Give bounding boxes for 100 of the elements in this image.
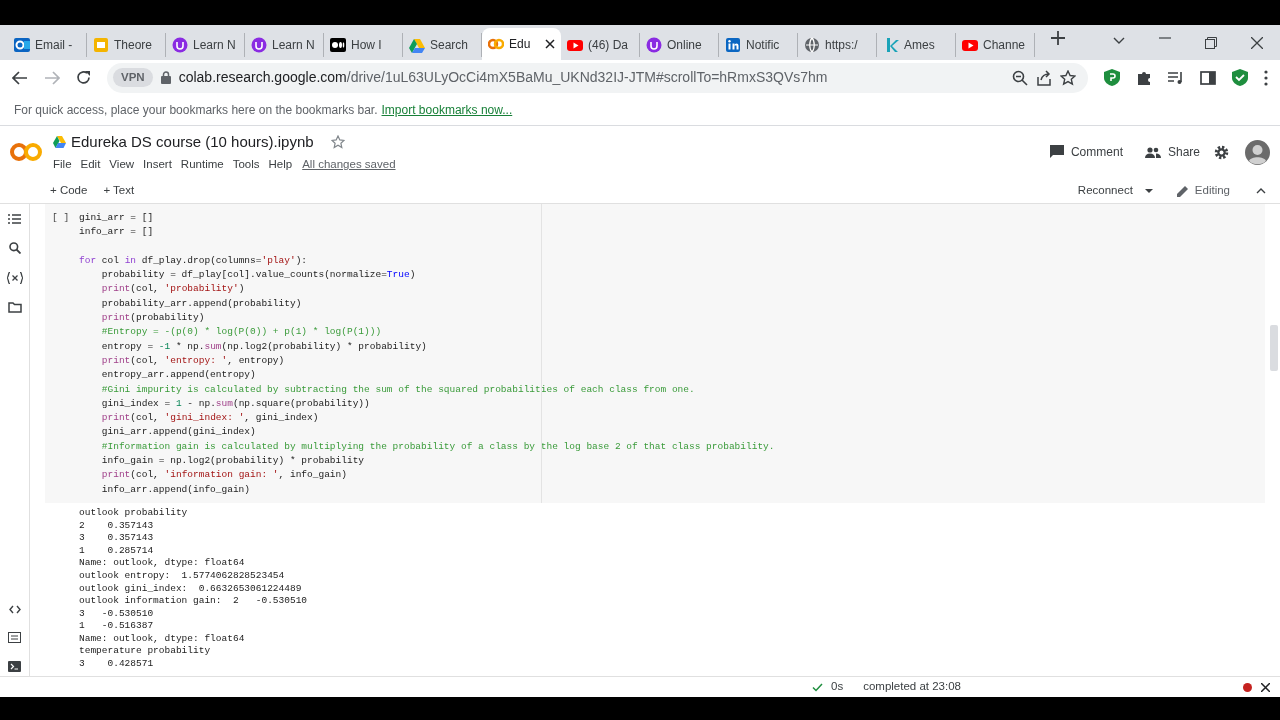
code-line: print(col, 'probability') — [100, 282, 246, 297]
output-line: 1 0.285714 — [79, 544, 155, 558]
url-field[interactable]: colab.research.google.com/drive/1uL63ULyOcCi4mX5BaMu_UKNd32IJ-JTM#scrollTo=hRmxS3QVs7hm — [178, 67, 1004, 88]
browser-tab[interactable]: Edu — [482, 28, 561, 60]
browser-tab[interactable]: Ames — [877, 33, 956, 57]
new-tab-icon[interactable] — [1051, 31, 1065, 45]
menu-item[interactable]: View — [109, 156, 135, 174]
star-icon[interactable] — [330, 134, 345, 149]
browser-tab[interactable]: Email - — [8, 33, 87, 57]
code-line: info_arr.append(info_gain) — [100, 482, 252, 497]
menu-item[interactable]: Tools — [232, 156, 260, 174]
output-line: temperature probability — [79, 645, 212, 659]
code-line: print(col, 'entropy: ', entropy) — [100, 353, 286, 368]
logo-icon[interactable] — [10, 142, 42, 162]
output-line: outlook gini_index: 0.6632653061224489 — [79, 582, 303, 596]
output-line: 2 0.357143 — [79, 519, 155, 533]
browser-tab[interactable]: Online — [640, 33, 719, 57]
code-line: print(col, 'gini_index: ', gini_index) — [100, 411, 320, 426]
run-button[interactable]: [ ] — [52, 211, 79, 497]
vpn-badge[interactable]: VPN — [113, 67, 153, 88]
share-button[interactable]: Share — [1144, 143, 1200, 161]
search-icon[interactable] — [8, 242, 21, 254]
close-icon[interactable] — [1261, 682, 1270, 692]
add-text-button[interactable]: + Text — [95, 181, 143, 200]
settings-icon[interactable] — [1214, 144, 1229, 160]
shield-check-icon[interactable] — [1232, 69, 1248, 86]
play-icon — [567, 37, 583, 53]
menu-item[interactable]: Edit — [80, 156, 101, 174]
side-panel-icon[interactable] — [1200, 70, 1216, 85]
save-status-link[interactable]: All changes saved — [302, 156, 396, 174]
add-code-button[interactable]: + Code — [42, 181, 96, 200]
browser-tab[interactable]: How I — [324, 33, 403, 57]
reload-icon[interactable] — [76, 70, 91, 85]
import-bookmarks-link[interactable]: Import bookmarks now... — [381, 101, 513, 119]
browser-tab[interactable]: Learn N — [166, 33, 245, 57]
output-line: Name: outlook, dtype: float64 — [79, 632, 246, 646]
output-line: outlook information gain: 2 -0.530510 — [79, 595, 309, 608]
browser-tab[interactable]: (46) Da — [561, 33, 640, 57]
code-line: entropy_arr.append(entropy) — [100, 368, 257, 383]
elapsed-time: 0s — [831, 679, 844, 695]
minimize-icon[interactable] — [1159, 36, 1171, 39]
shield-icon[interactable] — [1104, 69, 1120, 86]
check-icon — [812, 682, 823, 692]
code-line: #Entropy = -(p(0) * log(P(0)) + p(1) * log(P(1))) — [100, 325, 383, 340]
code-line: probability = df_play[col].value_counts(normalize=True) — [100, 268, 417, 283]
more-icon[interactable] — [1264, 69, 1268, 86]
back-icon[interactable] — [12, 70, 28, 85]
star-icon[interactable] — [1060, 69, 1076, 86]
output-line: Name: outlook, dtype: float64 — [79, 557, 246, 570]
ring-square-icon — [14, 37, 30, 53]
triangle-icon — [409, 37, 425, 53]
scrollbar-thumb[interactable] — [1270, 325, 1278, 371]
comment-icon — [1049, 145, 1064, 159]
notebook-title[interactable]: Edureka DS course (10 hours).ipynb — [71, 130, 314, 154]
restore-icon[interactable] — [1205, 36, 1217, 49]
output-line: outlook probability — [79, 506, 189, 520]
menu-item[interactable]: File — [53, 156, 72, 174]
comment-button[interactable]: Comment — [1049, 143, 1123, 161]
code-line: for col in df_play.drop(columns='play'): — [79, 253, 309, 268]
caret-icon — [1144, 188, 1153, 193]
code-icon[interactable] — [8, 605, 21, 614]
browser-tab[interactable]: Theore — [87, 33, 166, 57]
share-icon[interactable] — [1036, 69, 1052, 86]
square-icon — [725, 37, 741, 53]
chevron-down-icon[interactable] — [1113, 36, 1125, 45]
dots-icon — [330, 37, 346, 53]
close-icon[interactable] — [545, 39, 555, 49]
list-icon[interactable] — [8, 214, 21, 224]
media-icon[interactable] — [1168, 70, 1184, 85]
reconnect-button[interactable]: Reconnect — [1069, 181, 1161, 200]
code-line: info_gain = np.log2(probability) * probability — [100, 454, 366, 469]
menu-item[interactable]: Help — [268, 156, 293, 174]
output-line: 1 -0.516387 — [79, 620, 155, 633]
editing-button[interactable]: Editing — [1168, 181, 1238, 200]
output-line: 3 0.428571 — [79, 658, 155, 671]
slide-icon — [93, 37, 109, 53]
browser-tab[interactable]: https:/ — [798, 33, 877, 57]
menu-item[interactable]: Runtime — [180, 156, 224, 174]
lock-icon — [160, 71, 171, 84]
zoom-out-icon[interactable] — [1012, 69, 1028, 86]
code-line: print(col, 'information gain: ', info_gain) — [100, 468, 348, 483]
folder-icon[interactable] — [7, 302, 22, 313]
browser-tab[interactable]: Channe — [956, 33, 1035, 57]
status-message: completed at 23:08 — [863, 679, 961, 695]
puzzle-icon[interactable] — [1136, 69, 1152, 86]
close-icon[interactable] — [1251, 36, 1263, 49]
output-line: 3 0.357143 — [79, 532, 155, 545]
snippet-icon[interactable] — [8, 632, 21, 643]
chevron-up-icon[interactable] — [1256, 187, 1266, 194]
status-dot-icon — [1243, 682, 1252, 692]
avatar-icon[interactable] — [1245, 139, 1270, 165]
browser-tab[interactable]: Learn N — [245, 33, 324, 57]
code-line: #Gini impurity is calculated by subtracting the sum of the squared probabilities of each class from one. — [100, 382, 696, 397]
browser-tab[interactable]: Notific — [719, 33, 798, 57]
bookmarks-hint: For quick access, place your bookmarks here on the bookmarks bar. — [14, 102, 378, 119]
menu-item[interactable]: Insert — [143, 156, 172, 174]
variables-icon[interactable] — [6, 272, 23, 284]
code-line: gini_arr.append(gini_index) — [100, 425, 257, 440]
drive-icon — [53, 135, 66, 148]
terminal-icon[interactable] — [8, 661, 21, 672]
